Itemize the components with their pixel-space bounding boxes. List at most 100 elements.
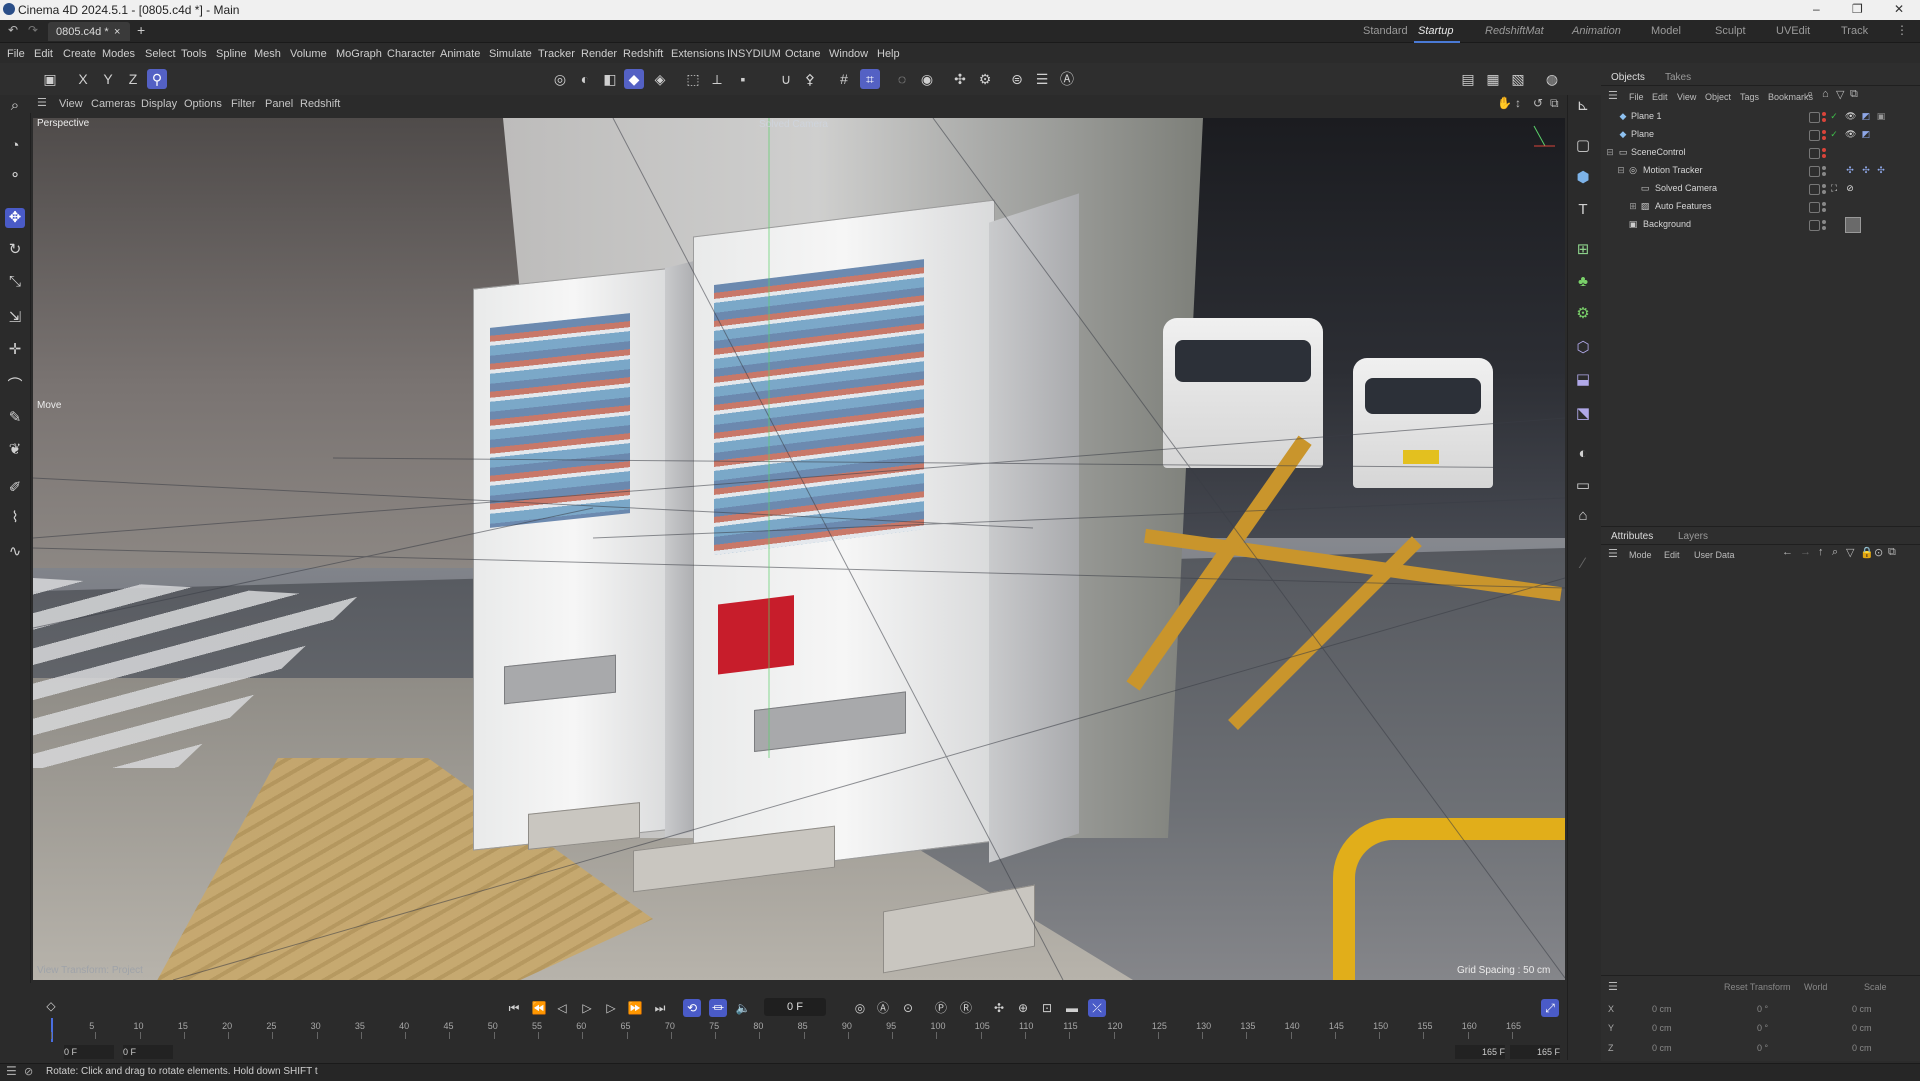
vp-menu-redshift[interactable]: Redshift [300,98,340,110]
deformer-icon[interactable]: ⬡ [1573,338,1593,358]
viewport-rotate-icon[interactable]: ↺ [1533,96,1543,110]
axis-y-toggle[interactable]: Y [98,69,118,89]
render-visibility-dot[interactable] [1822,118,1826,122]
attr-forward-icon[interactable]: → [1800,546,1811,558]
object-row-motion-tracker[interactable]: ⊟ ◎ Motion Tracker ✣ ✣ ✣ [1603,162,1920,179]
cube-icon[interactable]: ⬢ [1573,168,1593,188]
render-visibility-dot[interactable] [1822,172,1826,176]
coord-pos-x[interactable]: 0 cm [1652,1004,1672,1014]
material-tag-icon[interactable]: ◩ [1861,111,1871,121]
maximize-button[interactable]: ❐ [1852,2,1863,16]
prev-key-icon[interactable]: ⏪ [530,999,548,1017]
grid-snap-icon[interactable]: # [834,69,854,89]
motion-clip-icon[interactable]: ▬ [1063,999,1081,1017]
enabled-check-icon[interactable]: ✓ [1829,111,1839,121]
coordinate-system-icon[interactable]: ⚲ [147,69,167,89]
move-tool-icon[interactable]: ✥ [5,208,25,228]
editor-visibility-dot[interactable] [1822,220,1826,224]
layout-sculpt[interactable]: Sculpt [1715,25,1746,37]
render-visibility-dot[interactable] [1822,136,1826,140]
render-settings-icon[interactable]: ▧ [1508,69,1528,89]
material-tag-icon[interactable]: ◩ [1861,129,1871,139]
camera-target-tag-icon[interactable]: ⛶ [1829,183,1839,193]
coord-rot-x[interactable]: 0 ° [1757,1004,1768,1014]
tab-layers[interactable]: Layers [1678,531,1708,542]
editor-visibility-dot[interactable] [1822,202,1826,206]
edges-mode-icon[interactable]: ◐ [575,69,595,89]
axis-x-toggle[interactable]: X [73,69,93,89]
display-tag-icon[interactable]: 👁 [1845,129,1856,139]
floor-icon[interactable]: ⌂ [1573,506,1593,526]
text-spline-icon[interactable]: T [1573,200,1593,220]
editor-visibility-dot[interactable] [1822,130,1826,134]
play-icon[interactable]: ▷ [578,999,596,1017]
obj-menu-tags[interactable]: Tags [1740,92,1759,102]
editor-visibility-dot[interactable] [1822,184,1826,188]
attr-back-icon[interactable]: ← [1782,546,1793,558]
camera-icon[interactable]: ▭ [1573,476,1593,496]
object-mode-icon[interactable]: ◆ [624,69,644,89]
objects-search-icon[interactable]: ⌕ [1807,88,1813,101]
object-row-plane-1[interactable]: ◆ Plane 1 ✓ 👁 ◩ ▣ [1603,108,1920,125]
axis-z-toggle[interactable]: Z [123,69,143,89]
enabled-check-icon[interactable]: ✓ [1829,129,1839,139]
menu-animate[interactable]: Animate [440,48,480,60]
objects-filter-icon[interactable]: ▽ [1836,88,1844,101]
objects-new-window-icon[interactable]: ⧉ [1850,88,1858,101]
points-mode-icon[interactable]: ◎ [550,69,570,89]
pos-key-icon[interactable]: Ⓟ [932,999,950,1017]
obj-menu-edit[interactable]: Edit [1652,92,1668,102]
menu-insydium[interactable]: INSYDIUM [727,48,781,60]
vp-menu-display[interactable]: Display [141,98,177,110]
obj-menu-file[interactable]: File [1629,92,1644,102]
attributes-menu-icon[interactable]: ☰ [1608,547,1618,560]
layer-checkbox[interactable] [1809,130,1820,141]
scale-dropdown[interactable]: Scale [1864,982,1887,992]
render-picture-viewer-icon[interactable]: ▦ [1483,69,1503,89]
vp-menu-panel[interactable]: Panel [265,98,293,110]
light-icon[interactable]: ◐ [1573,444,1593,464]
document-tab[interactable]: 0805.c4d * × [48,22,130,41]
editor-visibility-dot[interactable] [1822,112,1826,116]
tracker-tag-icon-3[interactable]: ✣ [1876,165,1886,175]
menu-tools[interactable]: Tools [181,48,207,60]
preview-start-field[interactable]: 0 F [64,1045,114,1059]
layer-checkbox[interactable] [1809,112,1820,123]
redo-icon[interactable]: ↷ [28,23,38,37]
coord-scale-y[interactable]: 0 cm [1852,1023,1872,1033]
rotate-tool-icon[interactable]: ↻ [5,240,25,260]
search-icon[interactable]: ⌕ [5,96,25,116]
layer-icon[interactable]: ⊜ [1007,69,1027,89]
tracker-tag-icon-2[interactable]: ✣ [1861,165,1871,175]
preview-end-field[interactable]: 165 F [1455,1045,1505,1059]
tab-takes[interactable]: Takes [1665,72,1691,83]
background-material-tag-icon[interactable] [1845,217,1861,233]
object-row-solved-camera[interactable]: ▭ Solved Camera ⛶ ⊘ [1603,180,1920,197]
texture-mode-icon[interactable]: ◈ [650,69,670,89]
close-tab-icon[interactable]: × [114,26,120,38]
menu-edit[interactable]: Edit [34,48,53,60]
attr-menu-edit[interactable]: Edit [1664,550,1680,560]
vp-menu-options[interactable]: Options [184,98,222,110]
render-visibility-dot[interactable] [1822,208,1826,212]
menu-extensions[interactable]: Extensions [671,48,725,60]
attr-lock-icon[interactable]: 🔒 [1860,546,1874,559]
uv-points-icon[interactable]: ⬚ [683,69,703,89]
sculpt-tool-icon[interactable]: ❦ [5,440,25,460]
tab-attributes[interactable]: Attributes [1611,531,1653,542]
null-object-icon[interactable]: ▢ [1573,136,1593,156]
coords-menu-icon[interactable]: ☰ [1608,980,1618,993]
reset-transform-button[interactable]: Reset Transform [1724,982,1791,992]
timeline-graph-icon[interactable]: ⤢ [1541,999,1559,1017]
menu-window[interactable]: Window [829,48,868,60]
editor-visibility-dot[interactable] [1822,166,1826,170]
menu-mesh[interactable]: Mesh [254,48,281,60]
next-frame-icon[interactable]: ▷ [602,999,620,1017]
brush-icon[interactable]: ✐ [5,478,25,498]
project-end-field[interactable]: 165 F [1510,1045,1560,1059]
scale-key-icon[interactable]: ✣ [990,999,1008,1017]
settings-gear-icon[interactable]: ⚙ [975,69,995,89]
perspective-viewport[interactable]: Perspective Solved Camera Move View Tran… [33,118,1565,980]
new-tab-button[interactable]: + [137,22,145,38]
viewport-zoom-icon[interactable]: ↕ [1515,96,1521,110]
